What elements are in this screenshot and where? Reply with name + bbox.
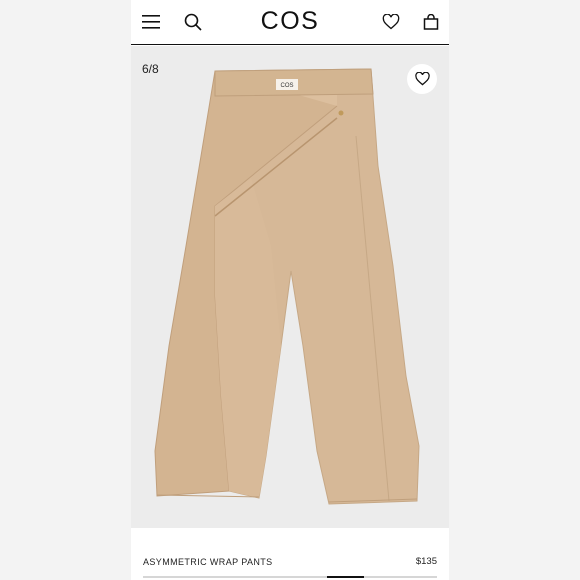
product-image: COS: [154, 68, 420, 505]
heart-icon: [414, 72, 430, 86]
top-navigation-bar: COS: [131, 0, 449, 45]
bag-icon: [423, 14, 439, 30]
heart-icon: [382, 14, 400, 30]
gallery-progress-track: [143, 576, 437, 578]
wishlist-button[interactable]: [378, 9, 404, 35]
product-name: ASYMMETRIC WRAP PANTS: [143, 557, 273, 567]
image-counter: 6/8: [142, 62, 159, 76]
product-price: $135: [415, 556, 437, 567]
waistband-label-tag: COS: [280, 83, 293, 89]
gallery-progress-fill: [326, 576, 364, 578]
add-to-favorites-button[interactable]: [407, 64, 437, 94]
phone-screen: COS COS 6/8 ASYMMETRIC WRAP PANTS $135: [131, 0, 449, 580]
product-image-gallery[interactable]: COS 6/8: [131, 46, 449, 528]
shopping-bag-button[interactable]: [418, 9, 444, 35]
product-info: ASYMMETRIC WRAP PANTS $135: [131, 528, 449, 580]
